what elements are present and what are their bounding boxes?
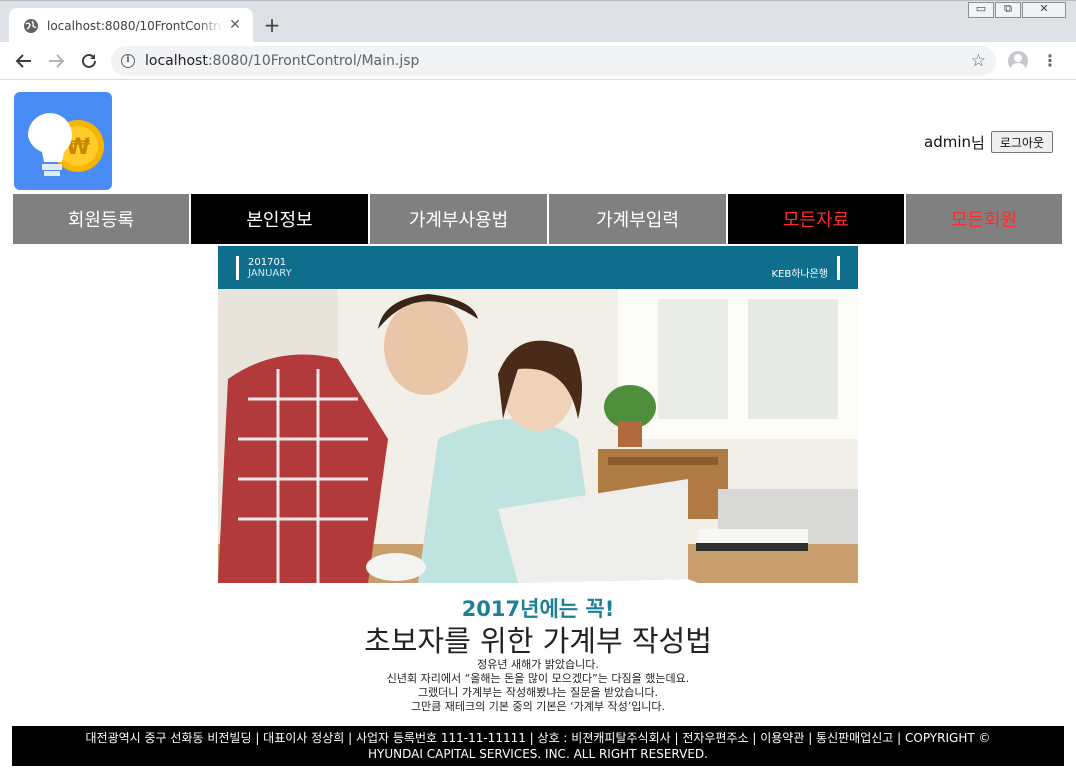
browser-tab[interactable]: localhost:8080/10FrontControl/Main.jsp ✕ — [9, 8, 253, 44]
banner-body-line: 정유년 새해가 밝았습니다. — [477, 658, 599, 671]
menu-item-ledger-guide[interactable]: 가계부사용법 — [370, 194, 549, 244]
site-footer: 대전광역시 중구 선화동 비전빌딩 | 대표이사 정상희 | 사업자 등록번호 … — [12, 726, 1064, 766]
user-info: admin 님 로그아웃 — [924, 130, 1053, 154]
menu-item-member-register[interactable]: 회원등록 — [13, 194, 191, 244]
banner-body-line: 그만큼 재테크의 기본 중의 기본은 ‘가계부 작성’입니다. — [410, 700, 666, 713]
banner-divider — [837, 256, 840, 280]
close-tab-icon[interactable]: ✕ — [228, 18, 242, 32]
banner-month: JANUARY — [248, 268, 292, 279]
banner-bank-name: KEB하나은행 — [771, 269, 828, 280]
close-window-button[interactable]: ✕ — [1022, 2, 1066, 18]
lightbulb-coin-icon: ₩ — [14, 92, 112, 190]
browser-titlebar: localhost:8080/10FrontControl/Main.jsp ✕… — [0, 0, 1076, 44]
footer-copyright: HYUNDAI CAPITAL SERVICES. INC. ALL RIGHT… — [368, 747, 708, 761]
user-name: admin — [924, 133, 972, 151]
banner-divider — [236, 256, 239, 280]
tab-title: localhost:8080/10FrontControl/Main.jsp — [47, 19, 223, 33]
banner-body: 정유년 새해가 밝았습니다. 신년회 자리에서 “올해는 돈을 많이 모으겠다”… — [218, 658, 858, 714]
back-arrow-icon[interactable] — [13, 50, 35, 72]
banner-body-line: 신년회 자리에서 “올해는 돈을 많이 모으겠다”는 다짐을 했는데요. — [386, 672, 690, 685]
couple-laptop-photo — [218, 289, 858, 583]
globe-icon — [24, 19, 38, 33]
menu-item-all-data[interactable]: 모든자료 — [728, 194, 906, 244]
footer-company-info: 대전광역시 중구 선화동 비전빌딩 | 대표이사 정상희 | 사업자 등록번호 … — [85, 731, 991, 745]
new-tab-button[interactable]: + — [262, 15, 282, 35]
address-bar[interactable]: i localhost:8080/10FrontControl/Main.jsp… — [111, 46, 996, 76]
url-text[interactable]: localhost:8080/10FrontControl/Main.jsp — [145, 53, 419, 69]
profile-avatar-icon[interactable] — [1008, 51, 1028, 71]
menu-item-my-info[interactable]: 본인정보 — [191, 194, 370, 244]
forward-arrow-icon[interactable] — [45, 50, 67, 72]
banner-header: 201701 JANUARY KEB하나은행 — [218, 246, 858, 289]
minimize-button[interactable]: ▭ — [968, 2, 994, 18]
kebab-menu-icon[interactable]: ⋮ — [1041, 51, 1059, 71]
banner-date: 201701 — [248, 257, 287, 268]
bookmark-star-icon[interactable]: ☆ — [971, 51, 986, 71]
user-honorific: 님 — [971, 133, 985, 152]
menu-item-all-members[interactable]: 모든회원 — [906, 194, 1062, 244]
main-menu: 회원등록 본인정보 가계부사용법 가계부입력 모든자료 모든회원 — [13, 194, 1062, 244]
maximize-button[interactable]: ⧉ — [995, 2, 1021, 18]
main-banner: 201701 JANUARY KEB하나은행 2017년에는 꼭! 초보자를 위… — [218, 246, 858, 718]
browser-toolbar: i localhost:8080/10FrontControl/Main.jsp… — [0, 42, 1076, 80]
reload-icon[interactable] — [78, 50, 100, 72]
menu-item-ledger-input[interactable]: 가계부입력 — [549, 194, 728, 244]
logout-button[interactable]: 로그아웃 — [990, 131, 1053, 153]
site-logo[interactable]: ₩ — [14, 92, 112, 190]
window-controls: ▭ ⧉ ✕ — [967, 2, 1066, 18]
banner-title: 초보자를 위한 가계부 작성법 — [364, 624, 712, 658]
info-icon[interactable]: i — [121, 54, 135, 68]
banner-body-line: 그랬더니 가계부는 작성해봤냐는 질문을 받았습니다. — [417, 686, 659, 699]
